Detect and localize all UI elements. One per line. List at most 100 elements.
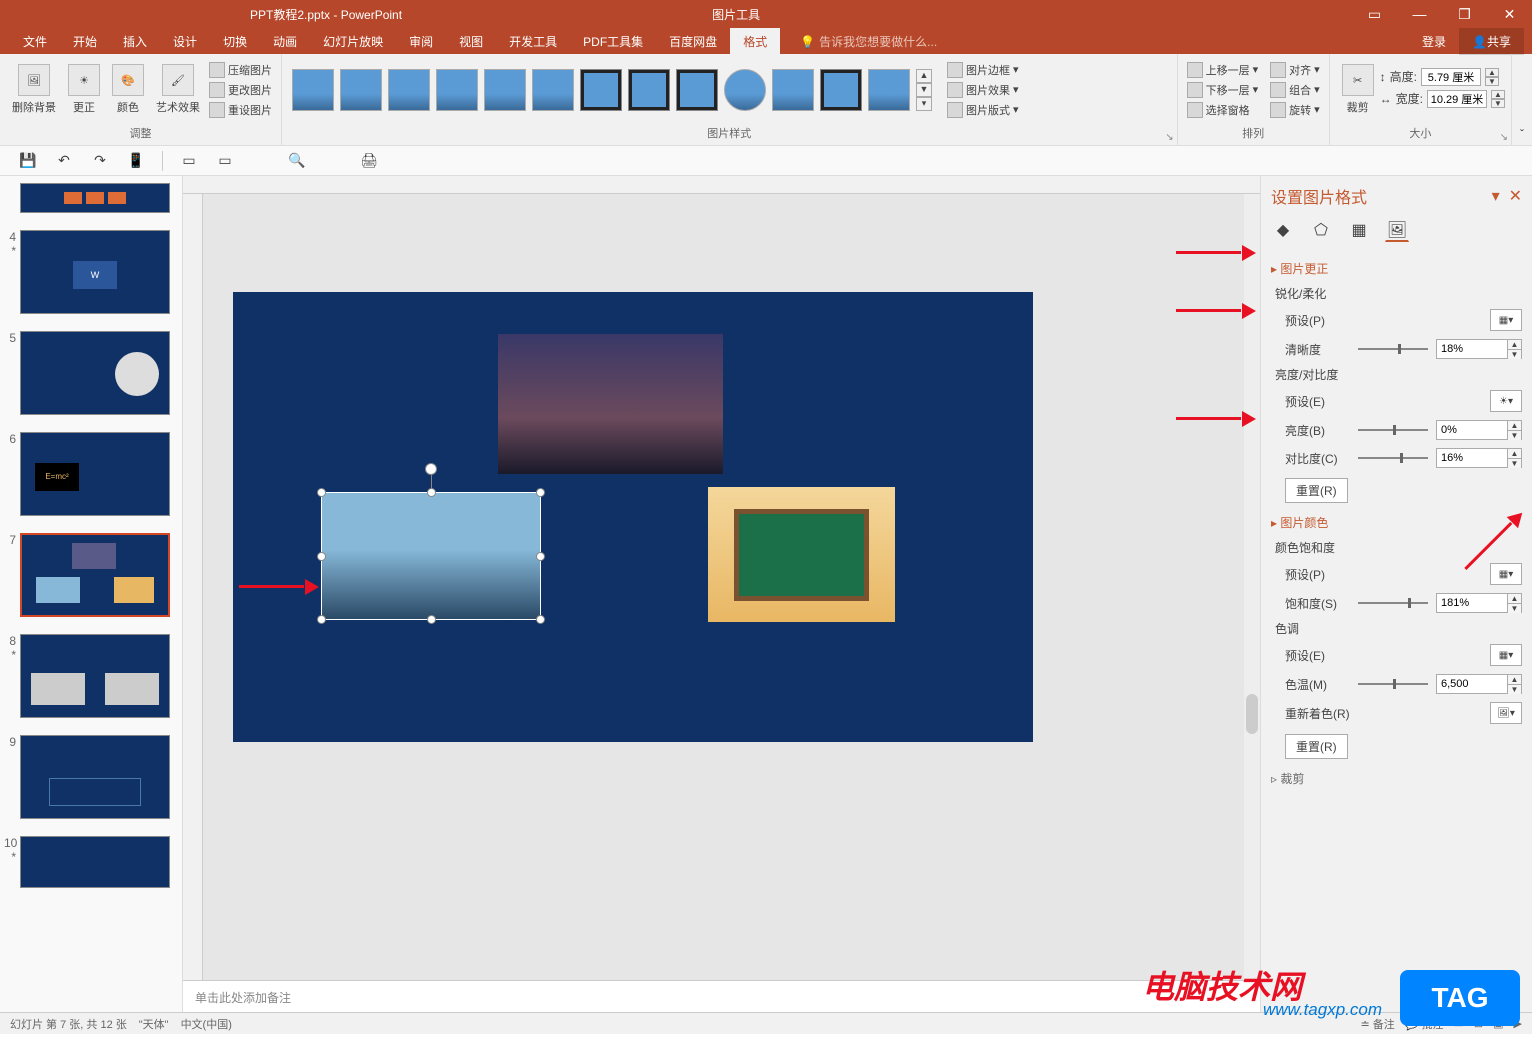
- gallery-up-button[interactable]: ▲: [916, 69, 932, 83]
- fp-saturation-input[interactable]: [1436, 593, 1508, 613]
- width-up[interactable]: ▲: [1491, 90, 1505, 99]
- fp-sharpness-slider[interactable]: [1358, 348, 1428, 350]
- slide-image-mountain-selected[interactable]: [321, 492, 541, 620]
- picture-style-10[interactable]: [724, 69, 766, 111]
- format-pane-close[interactable]: ✕: [1509, 188, 1522, 205]
- picture-layout-button[interactable]: 图片版式 ▾: [944, 101, 1022, 119]
- qat-extra4-button[interactable]: 🖨: [359, 151, 379, 171]
- tab-pdf-tools[interactable]: PDF工具集: [570, 28, 656, 55]
- picture-style-7[interactable]: [580, 69, 622, 111]
- gallery-down-button[interactable]: ▼: [916, 83, 932, 97]
- tab-transitions[interactable]: 切换: [210, 28, 260, 55]
- height-down[interactable]: ▼: [1485, 77, 1499, 86]
- tab-home[interactable]: 开始: [60, 28, 110, 55]
- fp-reset-corrections-button[interactable]: 重置(R): [1285, 478, 1348, 503]
- fp-tab-size-icon[interactable]: ▦: [1347, 218, 1371, 242]
- thumbnail-4[interactable]: 4* W: [0, 227, 182, 328]
- fp-tab-effects-icon[interactable]: ⬠: [1309, 218, 1333, 242]
- thumbnail-8[interactable]: 8*: [0, 631, 182, 732]
- resize-handle-r[interactable]: [536, 552, 545, 561]
- resize-handle-t[interactable]: [427, 488, 436, 497]
- picture-style-2[interactable]: [340, 69, 382, 111]
- fp-saturation-slider[interactable]: [1358, 602, 1428, 604]
- tab-format[interactable]: 格式: [730, 28, 780, 55]
- fp-colortemp-down[interactable]: ▼: [1508, 685, 1521, 694]
- thumbnail-10[interactable]: 10*: [0, 833, 182, 902]
- picture-style-4[interactable]: [436, 69, 478, 111]
- fp-reset-color-button[interactable]: 重置(R): [1285, 734, 1348, 759]
- artistic-effects-button[interactable]: 🖌艺术效果: [150, 62, 206, 117]
- picture-style-8[interactable]: [628, 69, 670, 111]
- fp-sharpness-down[interactable]: ▼: [1508, 350, 1521, 359]
- fp-sharpness-input[interactable]: [1436, 339, 1508, 359]
- fp-contrast-down[interactable]: ▼: [1508, 459, 1521, 468]
- slide-thumbnail-panel[interactable]: 4* W 5 6 E=mc² 7 8* 9 10*: [0, 176, 183, 1012]
- picture-style-9[interactable]: [676, 69, 718, 111]
- tab-review[interactable]: 审阅: [396, 28, 446, 55]
- thumbnail-3-partial[interactable]: [0, 180, 182, 227]
- picture-style-5[interactable]: [484, 69, 526, 111]
- bring-forward-button[interactable]: 上移一层 ▾: [1184, 61, 1262, 79]
- send-backward-button[interactable]: 下移一层 ▾: [1184, 81, 1262, 99]
- fp-contrast-up[interactable]: ▲: [1508, 449, 1521, 459]
- fp-section-corrections[interactable]: ▸ 图片更正: [1271, 255, 1522, 282]
- picture-effects-button[interactable]: 图片效果 ▾: [944, 81, 1022, 99]
- close-button[interactable]: ✕: [1487, 0, 1532, 28]
- group-button[interactable]: 组合 ▾: [1267, 81, 1323, 99]
- fp-brightness-input[interactable]: [1436, 420, 1508, 440]
- qat-touch-mode-button[interactable]: 📱: [126, 151, 146, 171]
- tab-view[interactable]: 视图: [446, 28, 496, 55]
- share-button[interactable]: 👤共享: [1459, 28, 1524, 55]
- scrollbar-thumb[interactable]: [1246, 694, 1258, 734]
- fp-saturation-preset-dropdown[interactable]: ▦▾: [1490, 563, 1522, 585]
- fp-contrast-input[interactable]: [1436, 448, 1508, 468]
- fp-section-color[interactable]: ▸ 图片颜色: [1271, 509, 1522, 536]
- width-down[interactable]: ▼: [1491, 99, 1505, 108]
- tab-baidu-netdisk[interactable]: 百度网盘: [656, 28, 730, 55]
- notes-placeholder[interactable]: 单击此处添加备注: [183, 980, 1260, 1012]
- picture-style-6[interactable]: [532, 69, 574, 111]
- rotation-handle[interactable]: [425, 463, 437, 475]
- thumbnail-7[interactable]: 7: [0, 530, 182, 631]
- fp-recolor-dropdown[interactable]: 🖼▾: [1490, 702, 1522, 724]
- resize-handle-tr[interactable]: [536, 488, 545, 497]
- resize-handle-tl[interactable]: [317, 488, 326, 497]
- fp-sharpness-up[interactable]: ▲: [1508, 340, 1521, 350]
- fp-tab-picture-icon[interactable]: 🖼: [1385, 218, 1409, 242]
- qat-extra3-button[interactable]: 🔍: [287, 151, 307, 171]
- slide-canvas[interactable]: [203, 194, 1260, 980]
- color-button[interactable]: 🎨颜色: [106, 62, 150, 117]
- height-up[interactable]: ▲: [1485, 68, 1499, 77]
- picture-styles-gallery[interactable]: ▲ ▼ ▾: [288, 65, 936, 115]
- fp-colortemp-input[interactable]: [1436, 674, 1508, 694]
- resize-handle-br[interactable]: [536, 615, 545, 624]
- signin-button[interactable]: 登录: [1409, 28, 1459, 55]
- fp-brightness-down[interactable]: ▼: [1508, 431, 1521, 440]
- qat-undo-button[interactable]: ↶: [54, 151, 74, 171]
- height-input[interactable]: [1421, 68, 1481, 86]
- fp-brightness-up[interactable]: ▲: [1508, 421, 1521, 431]
- tab-animations[interactable]: 动画: [260, 28, 310, 55]
- tell-me-search[interactable]: 💡告诉我您想要做什么...: [800, 33, 937, 50]
- fp-brightness-preset-dropdown[interactable]: ☀▾: [1490, 390, 1522, 412]
- picture-style-13[interactable]: [868, 69, 910, 111]
- qat-save-button[interactable]: 💾: [18, 151, 38, 171]
- size-launcher[interactable]: ↘: [1500, 132, 1508, 143]
- resize-handle-b[interactable]: [427, 615, 436, 624]
- tab-design[interactable]: 设计: [160, 28, 210, 55]
- ribbon-display-options[interactable]: ▭: [1352, 0, 1397, 28]
- resize-handle-l[interactable]: [317, 552, 326, 561]
- styles-launcher[interactable]: ↘: [1165, 132, 1173, 143]
- fp-tab-fill-icon[interactable]: ◆: [1271, 218, 1295, 242]
- picture-style-11[interactable]: [772, 69, 814, 111]
- collapse-ribbon-button[interactable]: ˇ: [1520, 127, 1524, 141]
- status-language[interactable]: 中文(中国): [181, 1016, 232, 1032]
- minimize-button[interactable]: —: [1397, 0, 1442, 28]
- format-pane-options[interactable]: ▾: [1492, 188, 1500, 205]
- fp-contrast-slider[interactable]: [1358, 457, 1428, 459]
- thumbnail-6[interactable]: 6 E=mc²: [0, 429, 182, 530]
- current-slide[interactable]: [233, 292, 1033, 742]
- slide-image-city[interactable]: [498, 334, 723, 474]
- fp-saturation-up[interactable]: ▲: [1508, 594, 1521, 604]
- picture-style-1[interactable]: [292, 69, 334, 111]
